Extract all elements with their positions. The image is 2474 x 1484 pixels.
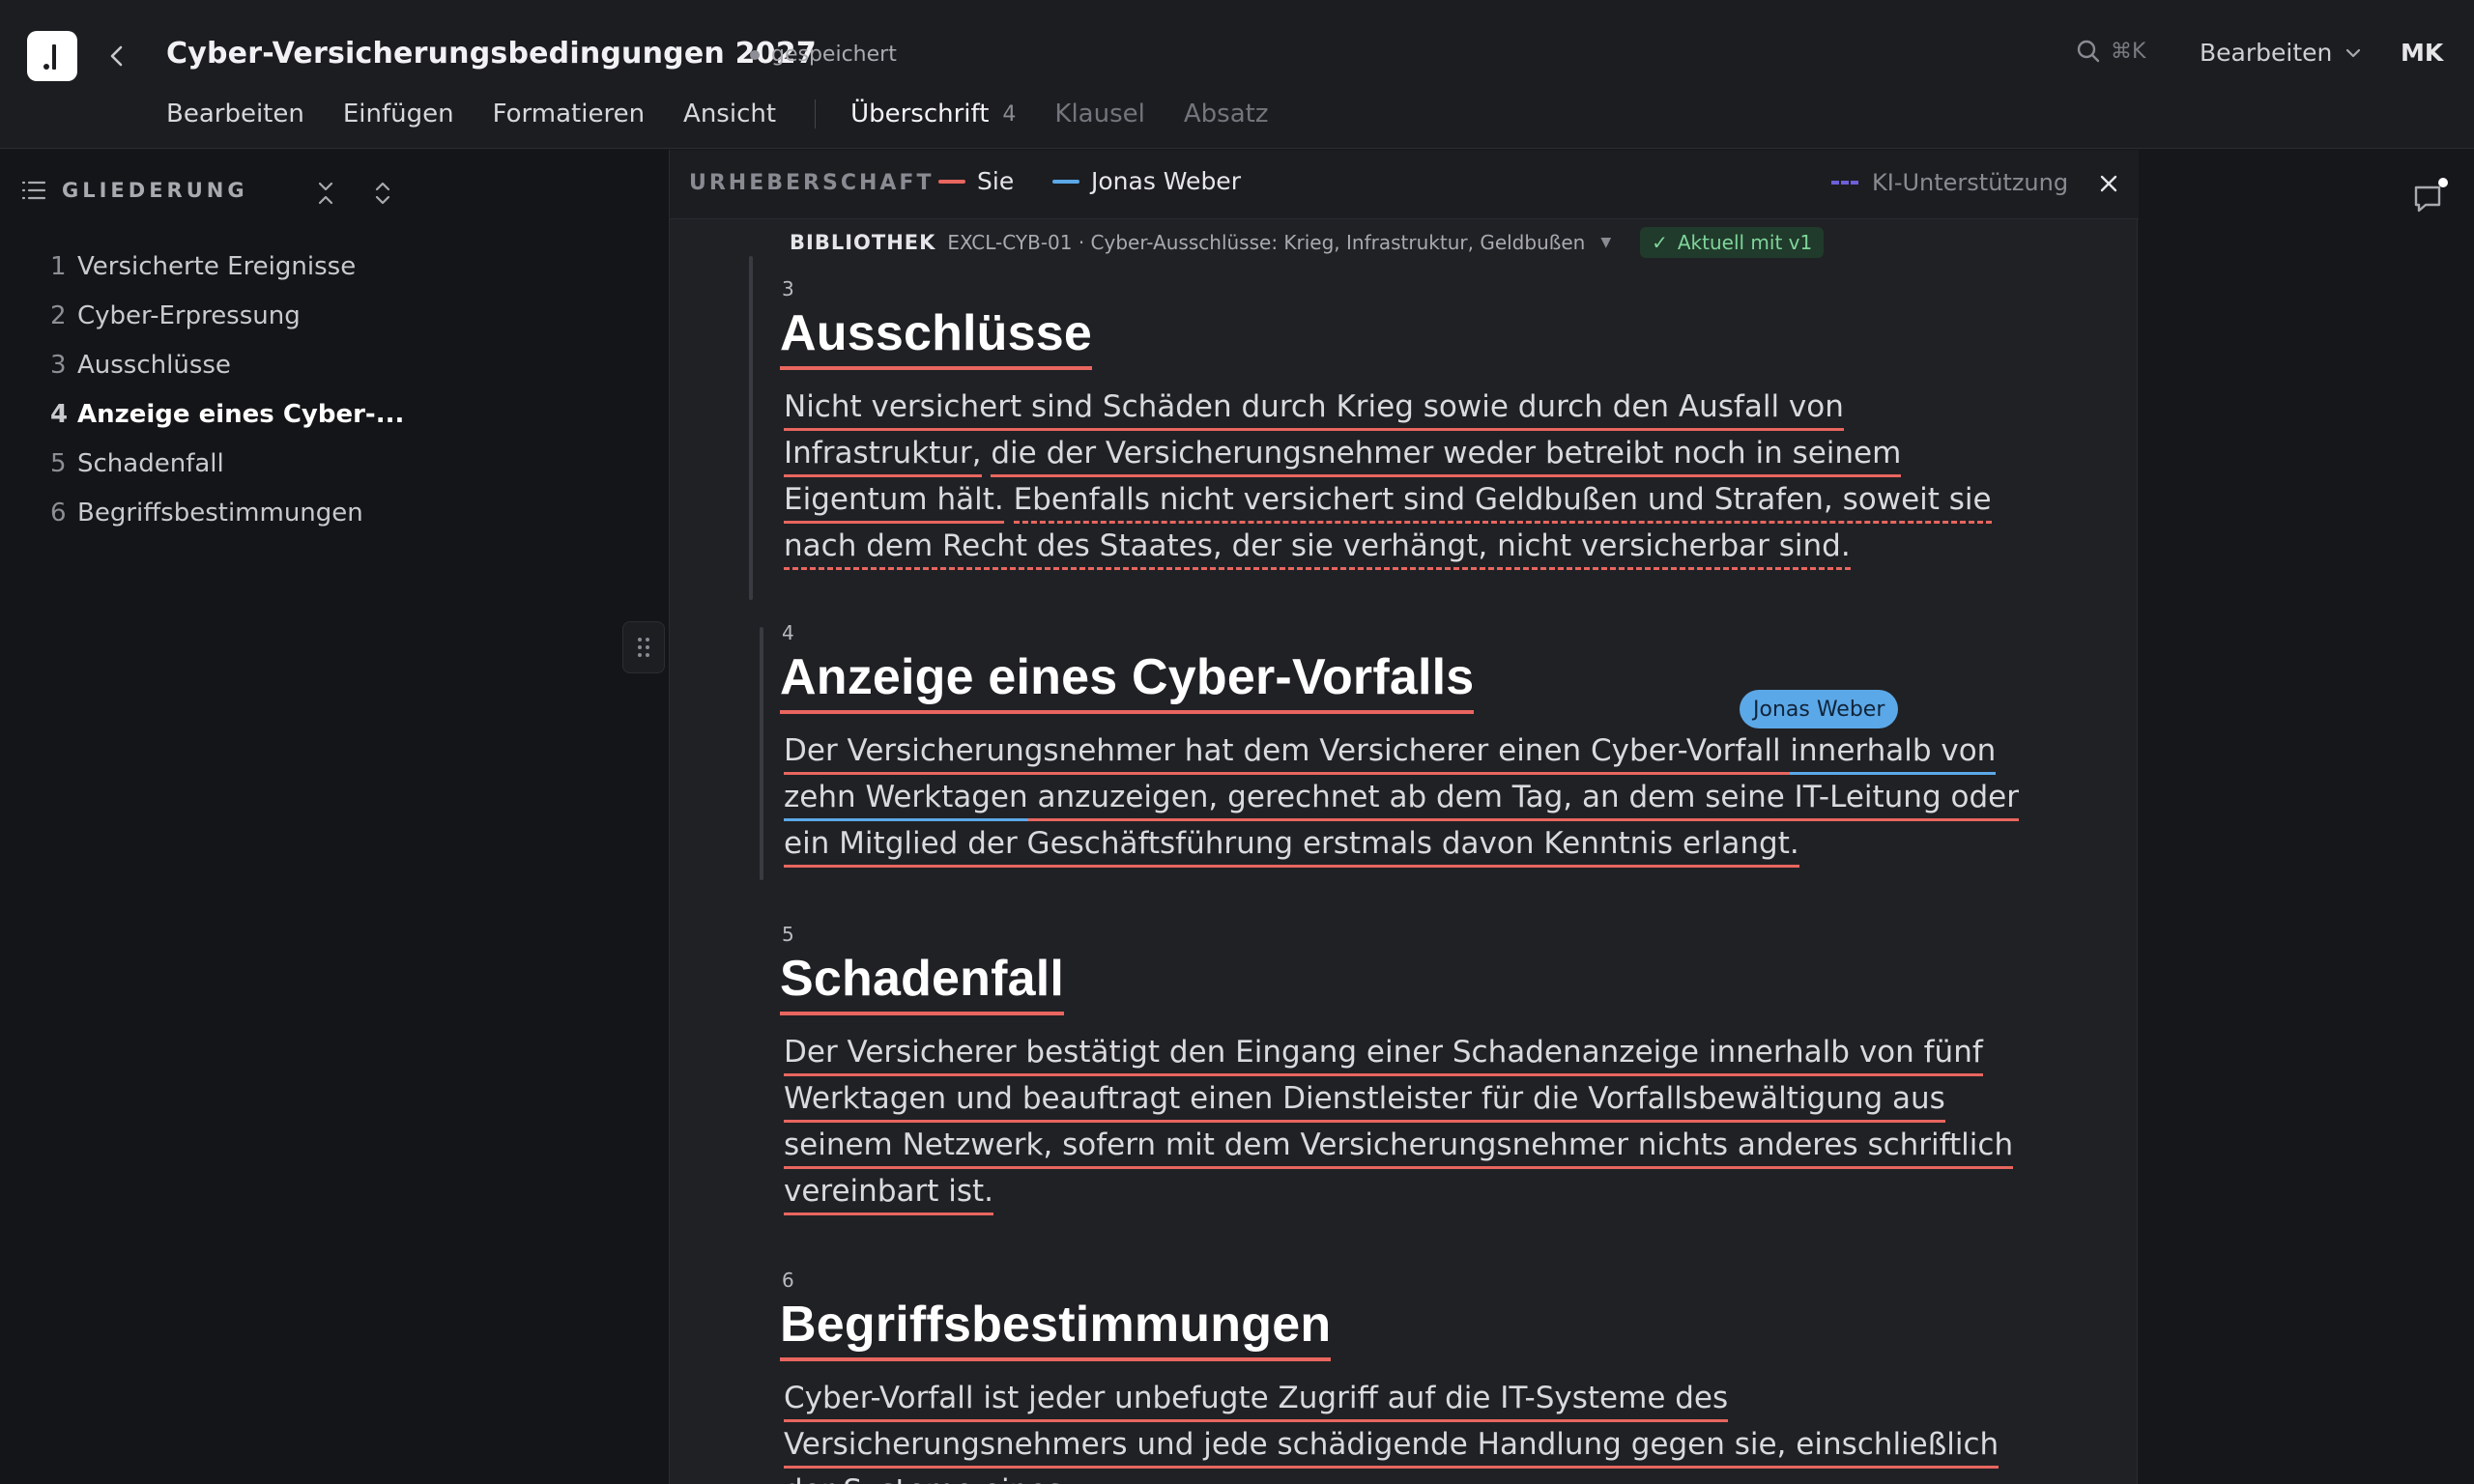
clause-text[interactable]: Der Versicherer bestätigt den Eingang ei… — [784, 1029, 2040, 1215]
clause-bar — [749, 256, 753, 600]
outline-item[interactable]: 2 Cyber-Erpressung — [50, 292, 404, 341]
outline-item-active[interactable]: 4 Anzeige eines Cyber-... — [50, 390, 404, 440]
legend-author-jonas[interactable]: Jonas Weber — [1052, 167, 1241, 195]
close-icon — [2100, 175, 2117, 192]
text-run-you: Cyber-Vorfall ist jeder unbefugte Zugrif… — [784, 1381, 1999, 1484]
clause-heading[interactable]: Anzeige eines Cyber-Vorfalls — [780, 648, 1475, 714]
style-heading-level: 4 — [1002, 101, 1017, 127]
clause-block[interactable]: 5 Schadenfall Der Versicherer bestätigt … — [780, 923, 2036, 1215]
outline-label: Begriffsbestimmungen — [77, 499, 363, 528]
save-status-label: gespeichert — [771, 43, 897, 67]
clause-text[interactable]: Nicht versichert sind Schäden durch Krie… — [784, 384, 2040, 570]
menu-bar: Bearbeiten Einfügen Formatieren Ansicht … — [166, 97, 1307, 131]
menu-divider — [815, 100, 817, 128]
user-avatar[interactable]: MK — [2401, 39, 2443, 67]
search-icon — [2077, 40, 2100, 63]
clause-text[interactable]: Der Versicherungsnehmer hat dem Versiche… — [784, 728, 2040, 868]
legend-author-name: Jonas Weber — [1091, 167, 1241, 195]
outline-num: 1 — [50, 252, 67, 281]
outline-title: GLIEDERUNG — [62, 179, 248, 202]
expand-all-button[interactable] — [368, 179, 397, 208]
outline-item[interactable]: 3 Ausschlüsse — [50, 341, 404, 390]
chevron-down-icon — [2346, 48, 2361, 57]
clause-number: 5 — [782, 923, 794, 946]
library-status-label: Aktuell mit v1 — [1677, 231, 1813, 254]
close-authorship-button[interactable] — [2094, 169, 2123, 198]
clause-text[interactable]: Cyber-Vorfall ist jeder unbefugte Zugrif… — [784, 1375, 2040, 1484]
text-run-you: Der Versicherungsnehmer hat dem Versiche… — [784, 733, 1791, 775]
document-title[interactable]: Cyber-Versicherungsbedingungen 2027 — [166, 37, 817, 71]
clause-number: 4 — [782, 621, 794, 644]
authorship-bar: URHEBERSCHAFT Sie Jonas Weber KI-Unterst… — [670, 150, 2139, 219]
outline-sidebar: GLIEDERUNG 1 Versicherte Ereignisse 2 Cybe… — [0, 150, 669, 1484]
outline-num: 5 — [50, 449, 67, 478]
expand-icon — [375, 182, 390, 205]
outline-num: 4 — [50, 400, 69, 429]
collaborator-cursor-label: Jonas Weber — [1740, 690, 1899, 728]
clause-number: 6 — [782, 1269, 794, 1292]
legend-line — [938, 179, 965, 184]
clause-heading[interactable]: Begriffsbestimmungen — [780, 1296, 1332, 1361]
clause-heading[interactable]: Schadenfall — [780, 950, 1065, 1015]
outline-num: 3 — [50, 351, 67, 380]
search-button[interactable]: ⌘K — [2076, 39, 2145, 64]
mode-label: Bearbeiten — [2200, 39, 2333, 67]
outline-list: 1 Versicherte Ereignisse 2 Cyber-Erpressun… — [50, 243, 404, 538]
outline-item[interactable]: 5 Schadenfall — [50, 440, 404, 489]
library-status-badge: ✓ Aktuell mit v1 — [1640, 227, 1825, 258]
outline-item[interactable]: 6 Begriffsbestimmungen — [50, 489, 404, 538]
outline-label: Schadenfall — [77, 449, 224, 478]
check-icon: ✓ — [1652, 231, 1668, 254]
menu-edit[interactable]: Bearbeiten — [166, 100, 304, 128]
back-button[interactable] — [101, 37, 133, 75]
menu-insert[interactable]: Einfügen — [343, 100, 454, 128]
status-dot-icon — [750, 49, 760, 60]
clause-block[interactable]: 4 Anzeige eines Cyber-Vorfalls Der Versi… — [780, 621, 2036, 868]
clause-heading[interactable]: Ausschlüsse — [780, 304, 1093, 370]
collapse-icon — [318, 182, 333, 205]
outline-label: Cyber-Erpressung — [77, 301, 301, 330]
legend-author-name: Sie — [977, 167, 1015, 195]
clause-block[interactable]: 6 Begriffsbestimmungen Cyber-Vorfall ist… — [780, 1269, 2036, 1484]
caret-down-icon: ▼ — [1600, 235, 1612, 250]
text-run-you: Der Versicherer bestätigt den Eingang ei… — [784, 1035, 2014, 1215]
chevron-left-icon — [110, 45, 123, 67]
menu-format[interactable]: Formatieren — [493, 100, 645, 128]
outline-label: Versicherte Ereignisse — [77, 252, 357, 281]
grip-icon — [638, 638, 649, 657]
drag-handle[interactable] — [622, 621, 665, 673]
outline-label: Anzeige eines Cyber-... — [77, 400, 405, 429]
legend-ai-label: KI-Unterstützung — [1872, 169, 2069, 196]
document-editor: URHEBERSCHAFT Sie Jonas Weber KI-Unterst… — [669, 150, 2139, 1484]
legend-author-you[interactable]: Sie — [938, 167, 1014, 195]
save-status: gespeichert — [750, 43, 897, 67]
outline-header: GLIEDERUNG — [21, 179, 248, 202]
legend-line — [1052, 179, 1079, 184]
authorship-label: URHEBERSCHAFT — [689, 171, 935, 195]
library-reference[interactable]: BIBLIOTHEK EXCL-CYB-01 · Cyber-Ausschlüs… — [790, 227, 1825, 258]
style-paragraph[interactable]: Absatz — [1184, 100, 1269, 128]
style-heading[interactable]: Überschrift — [850, 100, 989, 128]
collapse-all-button[interactable] — [311, 179, 340, 208]
legend-ai-assist[interactable]: KI-Unterstützung — [1831, 169, 2068, 196]
comments-button[interactable] — [2410, 178, 2449, 216]
library-tag: BIBLIOTHEK — [790, 231, 936, 254]
legend-dash — [1831, 181, 1858, 185]
mode-dropdown[interactable]: Bearbeiten — [2200, 39, 2361, 67]
search-shortcut: ⌘K — [2111, 39, 2146, 64]
top-bar: Cyber-Versicherungsbedingungen 2027 gesp… — [0, 0, 2474, 149]
list-icon — [21, 181, 46, 200]
outline-num: 2 — [50, 301, 67, 330]
library-ref: EXCL-CYB-01 · Cyber-Ausschlüsse: Krieg, … — [947, 231, 1586, 254]
clause-block[interactable]: 3 Ausschlüsse Nicht versichert sind Schä… — [780, 277, 2036, 570]
menu-view[interactable]: Ansicht — [683, 100, 776, 128]
outline-item[interactable]: 1 Versicherte Ereignisse — [50, 243, 404, 292]
app-logo[interactable] — [27, 31, 77, 81]
outline-num: 6 — [50, 499, 67, 528]
outline-label: Ausschlüsse — [77, 351, 231, 380]
style-clause[interactable]: Klausel — [1054, 100, 1144, 128]
comment-icon — [2414, 178, 2448, 213]
clause-bar-active — [760, 627, 763, 880]
clause-number: 3 — [782, 277, 794, 300]
